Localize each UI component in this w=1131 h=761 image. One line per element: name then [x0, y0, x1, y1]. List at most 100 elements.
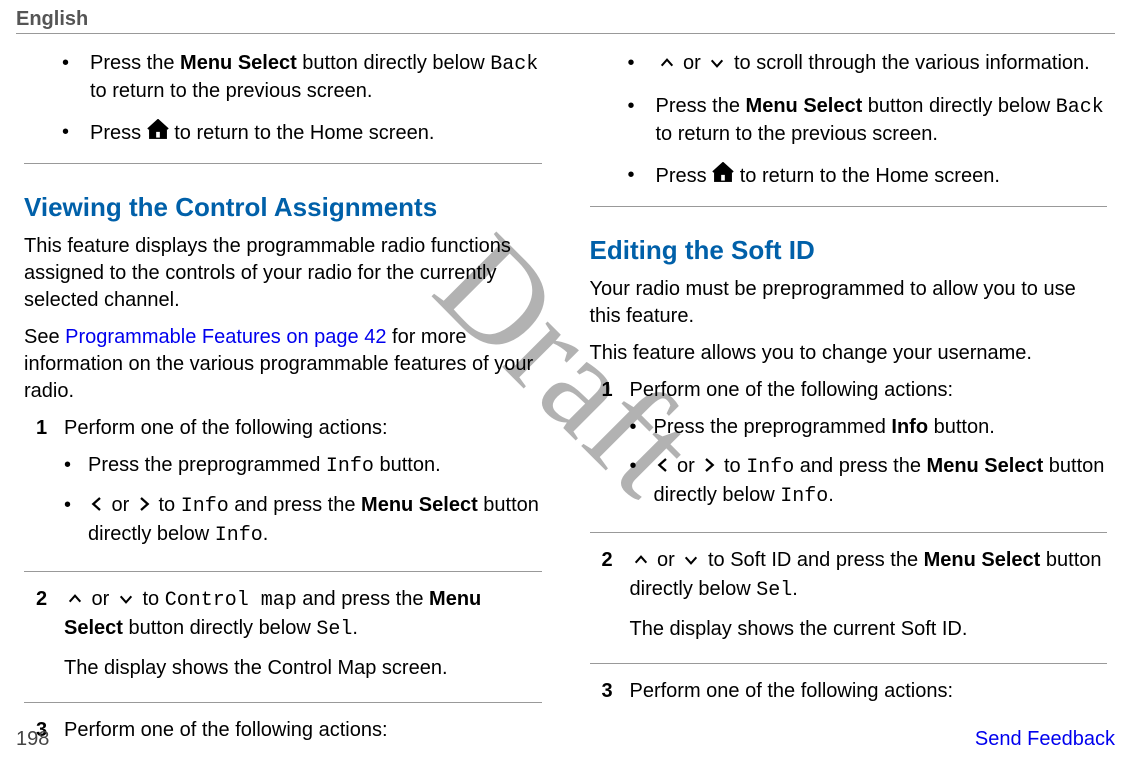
text-code: Back	[1056, 96, 1104, 119]
step-number: 2	[36, 586, 64, 692]
rule	[24, 163, 542, 164]
content-columns: Press the Menu Select button directly be…	[16, 50, 1115, 752]
text: button directly below	[297, 52, 490, 74]
text: Press the preprogrammed	[88, 454, 326, 476]
step-2: 2 or to Soft ID and press the Menu Selec…	[590, 547, 1108, 653]
text: or	[652, 549, 681, 571]
text: and press the	[229, 494, 361, 516]
header-rule	[16, 33, 1115, 34]
text: and press the	[297, 588, 429, 610]
send-feedback-link[interactable]: Send Feedback	[975, 728, 1115, 751]
paragraph: This feature displays the programmable r…	[24, 233, 542, 314]
bullet-item: Press the Menu Select button directly be…	[628, 93, 1108, 148]
step-body: Perform one of the following actions: Pr…	[64, 415, 542, 561]
page-number: 198	[16, 728, 49, 751]
step-result: The display shows the Control Map screen…	[64, 655, 542, 682]
right-column: or to scroll through the various informa…	[586, 50, 1112, 752]
paragraph: Your radio must be preprogrammed to allo…	[590, 276, 1108, 330]
text: See	[24, 326, 65, 348]
text: Press	[656, 165, 713, 187]
rule	[590, 532, 1108, 533]
step-body: Perform one of the following actions:	[630, 678, 1108, 705]
text-bold: Menu Select	[180, 52, 297, 74]
sub-bullet: Press the preprogrammed Info button.	[64, 452, 542, 480]
bullet-item: Press to return to the Home screen.	[62, 119, 542, 149]
text: .	[352, 617, 358, 639]
rule	[24, 702, 542, 703]
step-body: or to Control map and press the Menu Sel…	[64, 586, 542, 692]
text: .	[792, 578, 798, 600]
footer: 198 Send Feedback	[16, 728, 1115, 751]
link-programmable-features[interactable]: Programmable Features on page 42	[65, 326, 386, 348]
chevron-right-icon	[700, 455, 718, 482]
text-code: Sel	[316, 618, 352, 641]
chevron-up-icon	[630, 549, 652, 576]
text-code: Info	[780, 485, 828, 508]
text: or	[106, 494, 135, 516]
step-number: 1	[602, 377, 630, 522]
text: or	[672, 455, 701, 477]
header-language: English	[16, 8, 1115, 31]
text: Press the preprogrammed	[654, 416, 892, 438]
page: English Draft Press the Menu Select butt…	[0, 0, 1131, 761]
text-code: Back	[490, 53, 538, 76]
left-intro-bullets: Press the Menu Select button directly be…	[24, 50, 542, 149]
left-column: Press the Menu Select button directly be…	[20, 50, 546, 752]
step-body: Perform one of the following actions: Pr…	[630, 377, 1108, 522]
text: button.	[928, 416, 995, 438]
text-code: Info	[215, 524, 263, 547]
bullet-item: Press to return to the Home screen.	[628, 162, 1108, 192]
text-code: Sel	[756, 579, 792, 602]
step-number: 3	[602, 678, 630, 705]
text: and press the	[794, 455, 926, 477]
text: to	[137, 588, 165, 610]
text-bold: Info	[891, 416, 928, 438]
text: Perform one of the following actions:	[64, 417, 388, 439]
step-2: 2 or to Control map and press the Menu S…	[24, 586, 542, 692]
text: button directly below	[862, 95, 1055, 117]
text: Press the	[656, 95, 746, 117]
step-3: 3 Perform one of the following actions:	[590, 678, 1108, 705]
paragraph: This feature allows you to change your u…	[590, 340, 1108, 367]
text: to scroll through the various informatio…	[728, 52, 1089, 74]
chevron-down-icon	[706, 52, 728, 79]
heading-viewing-control-assignments: Viewing the Control Assignments	[24, 192, 542, 223]
text: Press the	[90, 52, 180, 74]
bullet-item: Press the Menu Select button directly be…	[62, 50, 542, 105]
text: .	[263, 523, 269, 545]
paragraph: See Programmable Features on page 42 for…	[24, 324, 542, 405]
text: to return to the previous screen.	[656, 123, 938, 145]
sub-bullet: or to Info and press the Menu Select but…	[64, 492, 542, 549]
text: to	[153, 494, 181, 516]
step-1: 1 Perform one of the following actions: …	[24, 415, 542, 561]
rule	[590, 206, 1108, 207]
right-intro-bullets: or to scroll through the various informa…	[590, 50, 1108, 192]
step-body: or to Soft ID and press the Menu Select …	[630, 547, 1108, 653]
chevron-up-icon	[64, 588, 86, 615]
sub-bullet: Press the preprogrammed Info button.	[630, 414, 1108, 441]
text-bold: Menu Select	[924, 549, 1041, 571]
text: to return to the previous screen.	[90, 80, 372, 102]
step-number: 2	[602, 547, 630, 653]
home-icon	[147, 119, 169, 149]
text: to return to the Home screen.	[734, 165, 1000, 187]
text: or	[678, 52, 707, 74]
chevron-left-icon	[654, 455, 672, 482]
text: button.	[374, 454, 441, 476]
text: .	[828, 484, 834, 506]
rule	[590, 663, 1108, 664]
chevron-left-icon	[88, 494, 106, 521]
rule	[24, 571, 542, 572]
text: Perform one of the following actions:	[630, 379, 954, 401]
bullet-item: or to scroll through the various informa…	[628, 50, 1108, 79]
step-number: 1	[36, 415, 64, 561]
text-code: Control map	[165, 589, 297, 612]
sub-bullet: or to Info and press the Menu Select but…	[630, 453, 1108, 510]
chevron-up-icon	[656, 52, 678, 79]
text: to Soft ID and press the	[702, 549, 923, 571]
text-bold: Menu Select	[746, 95, 863, 117]
text-code: Info	[746, 456, 794, 479]
text-code: Info	[181, 495, 229, 518]
text: to return to the Home screen.	[169, 122, 435, 144]
text-bold: Menu Select	[927, 455, 1044, 477]
